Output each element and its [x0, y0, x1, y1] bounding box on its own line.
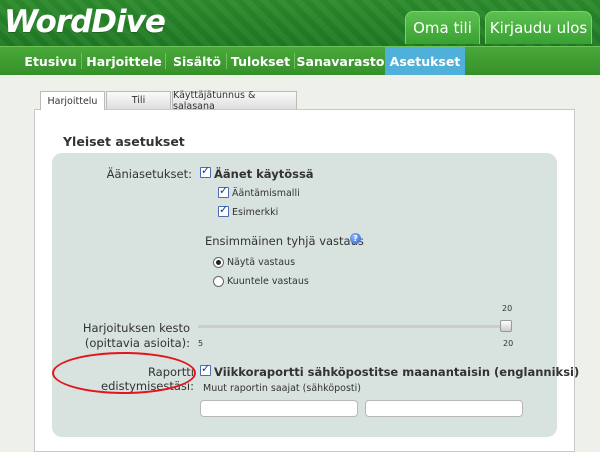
duration-slider-handle[interactable]	[500, 320, 512, 332]
nav-item-etusivu[interactable]: Etusivu	[20, 47, 81, 75]
nav-divider	[226, 53, 227, 69]
nav-item-sisalto[interactable]: Sisältö	[168, 47, 226, 75]
main-nav: Etusivu Harjoittele Sisältö Tulokset San…	[0, 46, 600, 75]
section-title: Yleiset asetukset	[63, 134, 185, 149]
weekly-report-checkbox[interactable]	[200, 362, 211, 376]
first-empty-title: Ensimmäinen tyhjä vastaus	[205, 234, 364, 248]
nav-divider	[294, 53, 295, 69]
tab-harjoittelu[interactable]: Harjoittelu	[40, 91, 105, 110]
nav-item-tulokset[interactable]: Tulokset	[229, 47, 292, 75]
example-checkbox[interactable]	[218, 203, 229, 217]
example-label: Esimerkki	[232, 207, 279, 218]
logout-button[interactable]: Kirjaudu ulos	[485, 11, 592, 44]
duration-min-label: 5	[198, 339, 204, 348]
tab-kayttajatunnus[interactable]: Käyttäjätunnus & salasana	[172, 90, 297, 112]
worddive-logo[interactable]: WordDive	[4, 4, 166, 40]
nav-item-asetukset[interactable]: Asetukset	[385, 47, 465, 75]
other-recipients-label: Muut raportin saajat (sähköposti)	[203, 383, 361, 394]
settings-box	[52, 153, 557, 437]
nav-divider	[165, 53, 166, 69]
duration-current-value: 20	[502, 304, 513, 313]
nav-item-harjoittele[interactable]: Harjoittele	[86, 47, 162, 75]
sound-settings-label: Ääniasetukset:	[106, 167, 192, 181]
duration-label-line2: (opittavia asioita):	[84, 336, 190, 350]
help-icon[interactable]: ?	[350, 233, 361, 244]
show-answer-radio[interactable]	[213, 257, 224, 268]
tab-tili[interactable]: Tili	[106, 91, 171, 109]
recipient-email-input-2[interactable]	[365, 400, 523, 417]
sound-enabled-label: Äänet käytössä	[214, 167, 314, 181]
red-annotation-ellipse	[52, 352, 196, 394]
nav-divider	[81, 53, 82, 69]
duration-slider-track[interactable]	[198, 325, 512, 328]
duration-label-line1: Harjoituksen kesto	[82, 321, 190, 335]
weekly-report-label: Viikkoraportti sähköpostitse maanantaisi…	[214, 365, 580, 379]
recipient-email-input-1[interactable]	[200, 400, 358, 417]
duration-max-label: 20	[503, 339, 514, 348]
pronunciation-checkbox[interactable]	[218, 184, 229, 198]
account-button[interactable]: Oma tili	[405, 11, 480, 44]
nav-item-sanavarasto[interactable]: Sanavarasto	[297, 47, 385, 75]
show-answer-label: Näytä vastaus	[227, 257, 296, 268]
pronunciation-label: Ääntämismalli	[232, 188, 300, 199]
sound-enabled-checkbox[interactable]	[200, 164, 211, 178]
listen-answer-label: Kuuntele vastaus	[227, 276, 309, 287]
listen-answer-radio[interactable]	[213, 276, 224, 287]
